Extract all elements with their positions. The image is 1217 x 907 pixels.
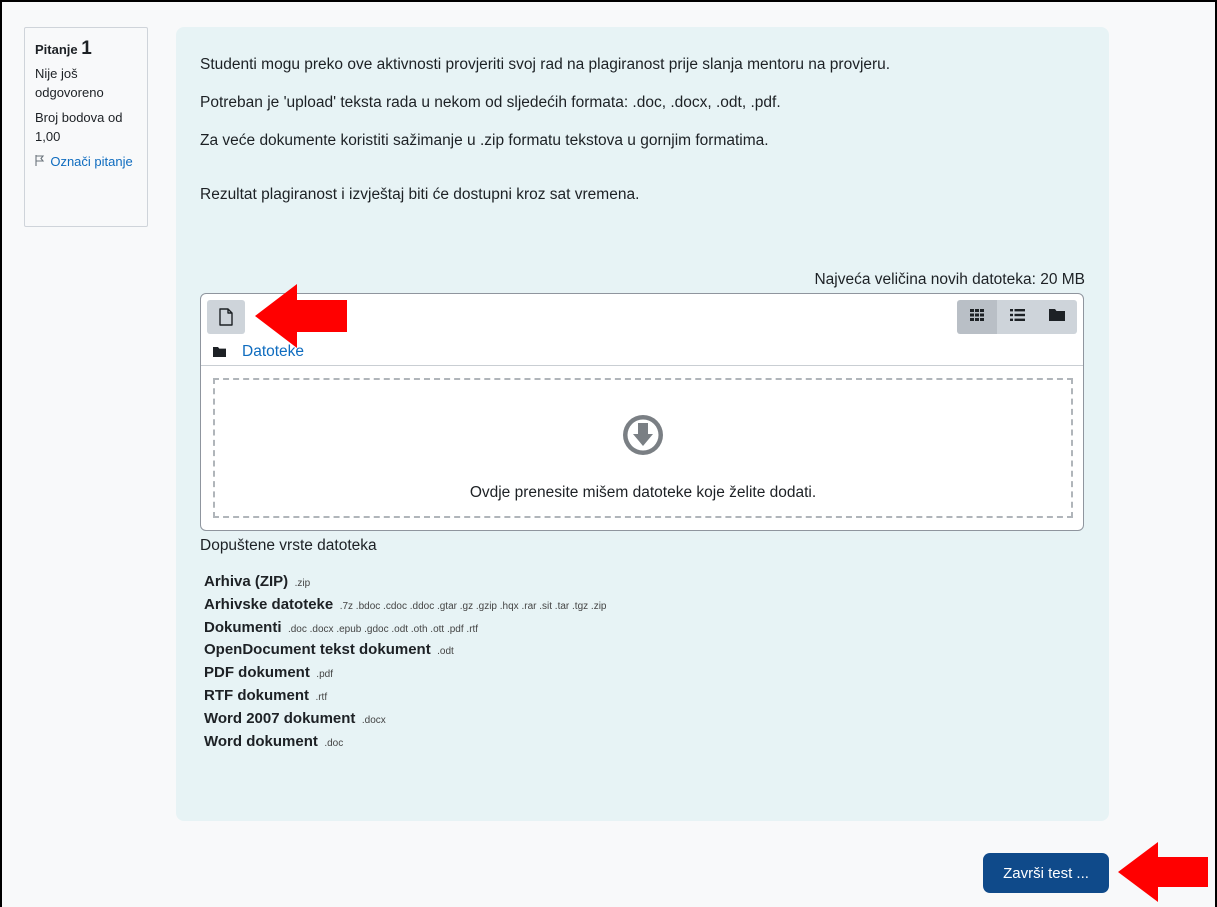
type-extensions: .doc (324, 737, 344, 749)
page-frame: Pitanje 1 Nije još odgovoreno Broj bodov… (0, 0, 1217, 907)
type-extensions: .7z .bdoc .cdoc .ddoc .gtar .gz .gzip .h… (339, 600, 607, 612)
type-name: Dokumenti (204, 618, 282, 636)
view-toggle-group (957, 300, 1077, 334)
accepted-types-list: Arhiva (ZIP) .zip Arhivske datoteke .7z … (204, 571, 606, 753)
finish-attempt-button[interactable]: Završi test ... (983, 853, 1109, 893)
list-item: PDF dokument .pdf (204, 662, 606, 685)
max-file-size: Najveća veličina novih datoteka: 20 MB (814, 271, 1085, 288)
question-text-line: Studenti mogu preko ove aktivnosti provj… (200, 56, 891, 73)
list-item: Arhivske datoteke .7z .bdoc .cdoc .ddoc … (204, 594, 606, 617)
dropzone-message: Ovdje prenesite mišem datoteke koje želi… (469, 484, 817, 501)
accepted-types-title: Dopuštene vrste datoteka (200, 537, 377, 554)
type-extensions: .docx (361, 714, 386, 726)
type-name: Arhiva (ZIP) (204, 573, 289, 590)
tree-view-icon (1049, 308, 1065, 326)
red-arrow-icon (1118, 842, 1208, 902)
flag-question-link[interactable]: Označi pitanje (35, 152, 137, 172)
file-dropzone[interactable]: Ovdje prenesite mišem datoteke koje želi… (213, 378, 1073, 518)
question-points: Broj bodova od 1,00 (35, 110, 123, 144)
type-extensions: .zip (294, 578, 311, 589)
question-text-line: Potreban je 'upload' teksta rada u nekom… (200, 94, 781, 111)
add-file-button[interactable] (207, 300, 245, 334)
grid-view-icon (970, 308, 984, 326)
type-extensions: .pdf (316, 669, 333, 681)
list-item: RTF dokument .rtf (204, 685, 606, 708)
question-text-line: Rezultat plagiranost i izvještaj biti će… (200, 186, 640, 203)
list-item: Word dokument .doc (204, 731, 606, 754)
tree-view-button[interactable] (1037, 300, 1077, 334)
question-number-value: 1 (81, 38, 92, 59)
question-text: Studenti mogu preko ove aktivnosti provj… (200, 55, 890, 223)
download-icon (622, 414, 664, 461)
flag-icon (35, 155, 48, 169)
question-label: Pitanje (35, 42, 78, 57)
question-info: Pitanje 1 Nije još odgovoreno Broj bodov… (24, 27, 148, 227)
type-extensions: .doc .docx .epub .gdoc .odt .oth .ott .p… (287, 623, 479, 635)
list-view-icon (1009, 308, 1025, 326)
list-item: Word 2007 dokument .docx (204, 708, 606, 731)
folder-icon (213, 346, 226, 357)
question-content: Studenti mogu preko ove aktivnosti provj… (176, 27, 1109, 821)
type-extensions: .odt (437, 646, 454, 658)
question-number: Pitanje 1 (35, 38, 137, 60)
type-name: Arhivske datoteke (204, 595, 334, 613)
list-item: Dokumenti .doc .docx .epub .gdoc .odt .o… (204, 617, 606, 640)
type-name: Word dokument (204, 732, 318, 750)
red-arrow-icon (255, 284, 347, 348)
list-item: Arhiva (ZIP) .zip (204, 571, 606, 594)
question-text-line: Za veće dokumente koristiti sažimanje u … (200, 132, 769, 149)
type-name: PDF dokument (204, 664, 310, 682)
type-name: OpenDocument tekst dokument (204, 641, 431, 659)
type-name: Word 2007 dokument (204, 709, 356, 727)
list-item: OpenDocument tekst dokument .odt (204, 639, 606, 662)
file-icon (207, 308, 245, 338)
grid-view-button[interactable] (957, 300, 997, 334)
type-extensions: .rtf (315, 691, 328, 703)
list-view-button[interactable] (997, 300, 1037, 334)
type-name: RTF dokument (204, 686, 309, 704)
question-status: Nije još odgovoreno (35, 66, 104, 100)
flag-question-label[interactable]: Označi pitanje (50, 154, 132, 169)
